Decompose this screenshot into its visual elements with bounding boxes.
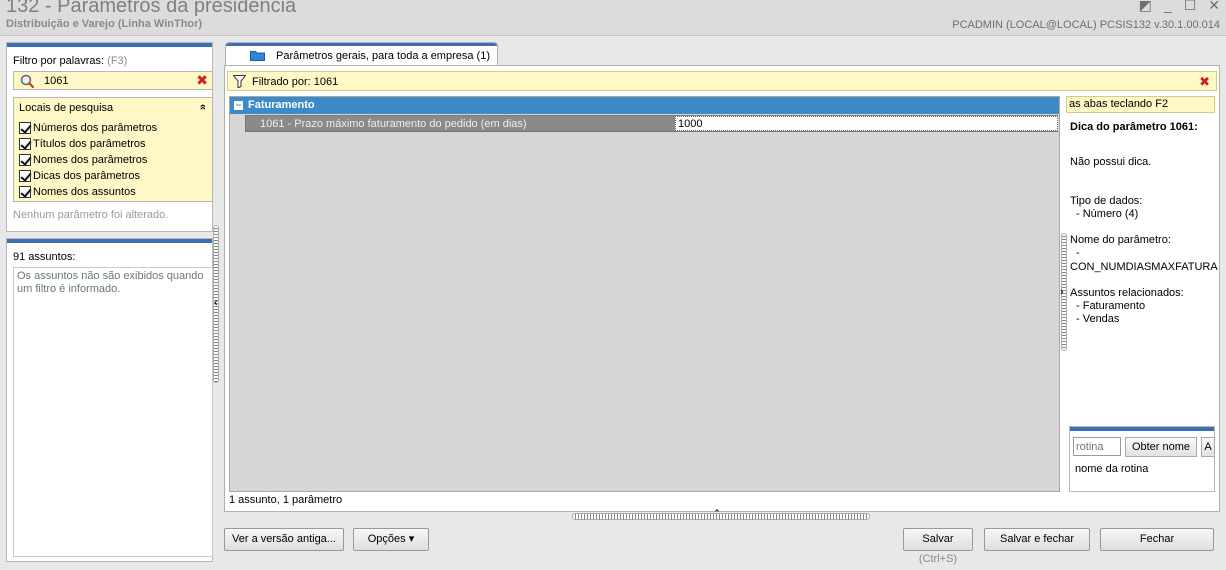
panel-accent-bar <box>7 239 212 243</box>
checkbox-label: Nomes dos parâmetros <box>33 154 148 166</box>
checkbox-icon[interactable] <box>19 154 31 166</box>
tab-general-parameters[interactable]: Parâmetros gerais, para toda a empresa (… <box>225 42 498 66</box>
active-filter-bar: Filtrado por: 1061 ✖ <box>227 71 1217 91</box>
panel-accent-bar <box>7 43 212 47</box>
options-button[interactable]: Opções ▾ <box>353 528 429 551</box>
checkbox-icon[interactable] <box>19 138 31 150</box>
chevron-left-icon[interactable]: ‹ <box>214 297 218 309</box>
save-and-close-button[interactable]: Salvar e fechar <box>984 528 1090 551</box>
param-name-dash: - <box>1076 247 1080 259</box>
checkbox-label: Dicas dos parâmetros <box>33 170 140 182</box>
window-title: 132 - Parâmetros da presidência <box>6 0 297 17</box>
no-change-text: Nenhum parâmetro foi alterado. <box>13 209 169 221</box>
panel-accent-bar <box>1070 427 1214 431</box>
bottom-splitter[interactable] <box>572 513 870 520</box>
parameter-name: 1061 - Prazo máximo faturamento do pedid… <box>260 118 527 130</box>
close-label: Fechar <box>1139 533 1175 545</box>
minimize-icon[interactable]: _ <box>1164 0 1172 14</box>
subjects-count: 91 assuntos: <box>13 251 76 263</box>
remove-filter-icon[interactable]: ✖ <box>1199 74 1210 90</box>
old-version-label: Ver a versão antiga... <box>232 533 336 545</box>
related-subjects-label: Assuntos relacionados: <box>1070 287 1184 299</box>
maximize-icon[interactable]: ☐ <box>1184 0 1197 14</box>
checkbox-subject-names[interactable]: Nomes dos assuntos <box>19 186 136 198</box>
user-info: PCADMIN (LOCAL@LOCAL) PCSIS132 v.30.1.00… <box>952 19 1220 31</box>
table-row[interactable]: 1061 - Prazo máximo faturamento do pedid… <box>245 115 1058 132</box>
search-locations-title: Locais de pesquisa <box>19 102 114 114</box>
window-controls: ◩ _ ☐ ✕ <box>1139 0 1220 14</box>
checkbox-icon[interactable] <box>19 186 31 198</box>
parameters-grid: − Faturamento 1061 - Prazo máximo fatura… <box>229 96 1060 492</box>
routine-extra-button[interactable]: A <box>1201 437 1215 457</box>
data-type-value: - Número (4) <box>1076 208 1139 220</box>
checkbox-parameter-numbers[interactable]: Números dos parâmetros <box>19 122 157 134</box>
restore-icon[interactable]: ◩ <box>1139 0 1152 14</box>
related-subject: - Vendas <box>1076 313 1120 325</box>
title-bar: 132 - Parâmetros da presidência Distribu… <box>0 0 1226 36</box>
folder-icon <box>250 51 265 61</box>
search-locations-box: Locais de pesquisa » Números dos parâmet… <box>13 97 213 202</box>
get-name-button[interactable]: Obter nome <box>1125 437 1197 457</box>
hint-title: Dica do parâmetro 1061: <box>1070 121 1198 133</box>
tab-label: Parâmetros gerais, para toda a empresa (… <box>276 50 490 62</box>
no-hint-text: Não possui dica. <box>1070 156 1152 168</box>
data-type-label: Tipo de dados: <box>1070 195 1143 207</box>
save-and-close-label: Salvar e fechar <box>1000 533 1074 545</box>
routine-lookup-box: Obter nome A nome da rotina <box>1069 426 1215 492</box>
save-shortcut: (Ctrl+S) <box>918 553 958 565</box>
subjects-message: Os assuntos não são exibidos quando um f… <box>17 270 204 295</box>
param-name-value: CON_NUMDIASMAXFATURA <box>1070 261 1218 273</box>
parameter-value-field[interactable]: 1000 <box>675 116 1058 131</box>
related-subject: - Faturamento <box>1076 300 1146 312</box>
search-input[interactable] <box>44 73 192 88</box>
hint-bar: as abas teclando F2 <box>1066 96 1215 113</box>
checkbox-label: Títulos dos parâmetros <box>33 138 146 150</box>
chevron-right-icon[interactable]: › <box>1060 286 1064 298</box>
search-icon <box>20 74 34 88</box>
close-icon[interactable]: ✕ <box>1208 0 1220 14</box>
subjects-panel: 91 assuntos: Os assuntos não são exibido… <box>6 238 213 562</box>
main-panel: Filtrado por: 1061 ✖ − Faturamento 1061 … <box>224 65 1220 512</box>
checkbox-parameter-names[interactable]: Nomes dos parâmetros <box>19 154 147 166</box>
collapse-icon[interactable]: » <box>197 104 209 110</box>
filter-icon <box>233 75 246 88</box>
checkbox-parameter-titles[interactable]: Títulos dos parâmetros <box>19 138 146 150</box>
options-label: Opções ▾ <box>367 533 415 545</box>
save-label: Salvar <box>922 533 954 545</box>
close-button[interactable]: Fechar <box>1100 528 1214 551</box>
active-filter-text: Filtrado por: 1061 <box>252 76 339 88</box>
param-name-label: Nome do parâmetro: <box>1070 234 1171 246</box>
status-text: 1 assunto, 1 parâmetro <box>229 494 343 506</box>
filter-label: Filtro por palavras: (F3) <box>13 55 127 67</box>
checkbox-label: Números dos parâmetros <box>33 122 158 134</box>
group-row-faturamento[interactable]: − Faturamento <box>230 97 1059 114</box>
routine-name-label: nome da rotina <box>1075 463 1149 475</box>
filter-shortcut: (F3) <box>107 55 128 67</box>
chevron-up-icon[interactable]: ˆ <box>715 509 719 521</box>
tab-accent-bar <box>226 43 497 46</box>
filter-label-text: Filtro por palavras: <box>13 55 105 67</box>
subjects-list[interactable]: Os assuntos não são exibidos quando um f… <box>13 267 213 557</box>
hint-panel: Dica do parâmetro 1061: Não possui dica.… <box>1066 116 1218 416</box>
routine-input[interactable] <box>1073 437 1121 456</box>
save-button[interactable]: Salvar <box>903 528 973 551</box>
group-label: Faturamento <box>248 99 315 111</box>
old-version-button[interactable]: Ver a versão antiga... <box>224 528 344 551</box>
filter-panel: Filtro por palavras: (F3) ✖ Locais de pe… <box>6 42 213 232</box>
search-box: ✖ <box>13 71 213 90</box>
checkbox-label: Nomes dos assuntos <box>33 186 136 198</box>
window-subtitle: Distribuição e Varejo (Linha WinThor) <box>6 18 203 30</box>
checkbox-parameter-hints[interactable]: Dicas dos parâmetros <box>19 170 140 182</box>
collapse-group-icon[interactable]: − <box>234 101 243 110</box>
checkbox-icon[interactable] <box>19 122 31 134</box>
checkbox-icon[interactable] <box>19 170 31 182</box>
clear-search-icon[interactable]: ✖ <box>196 72 208 89</box>
